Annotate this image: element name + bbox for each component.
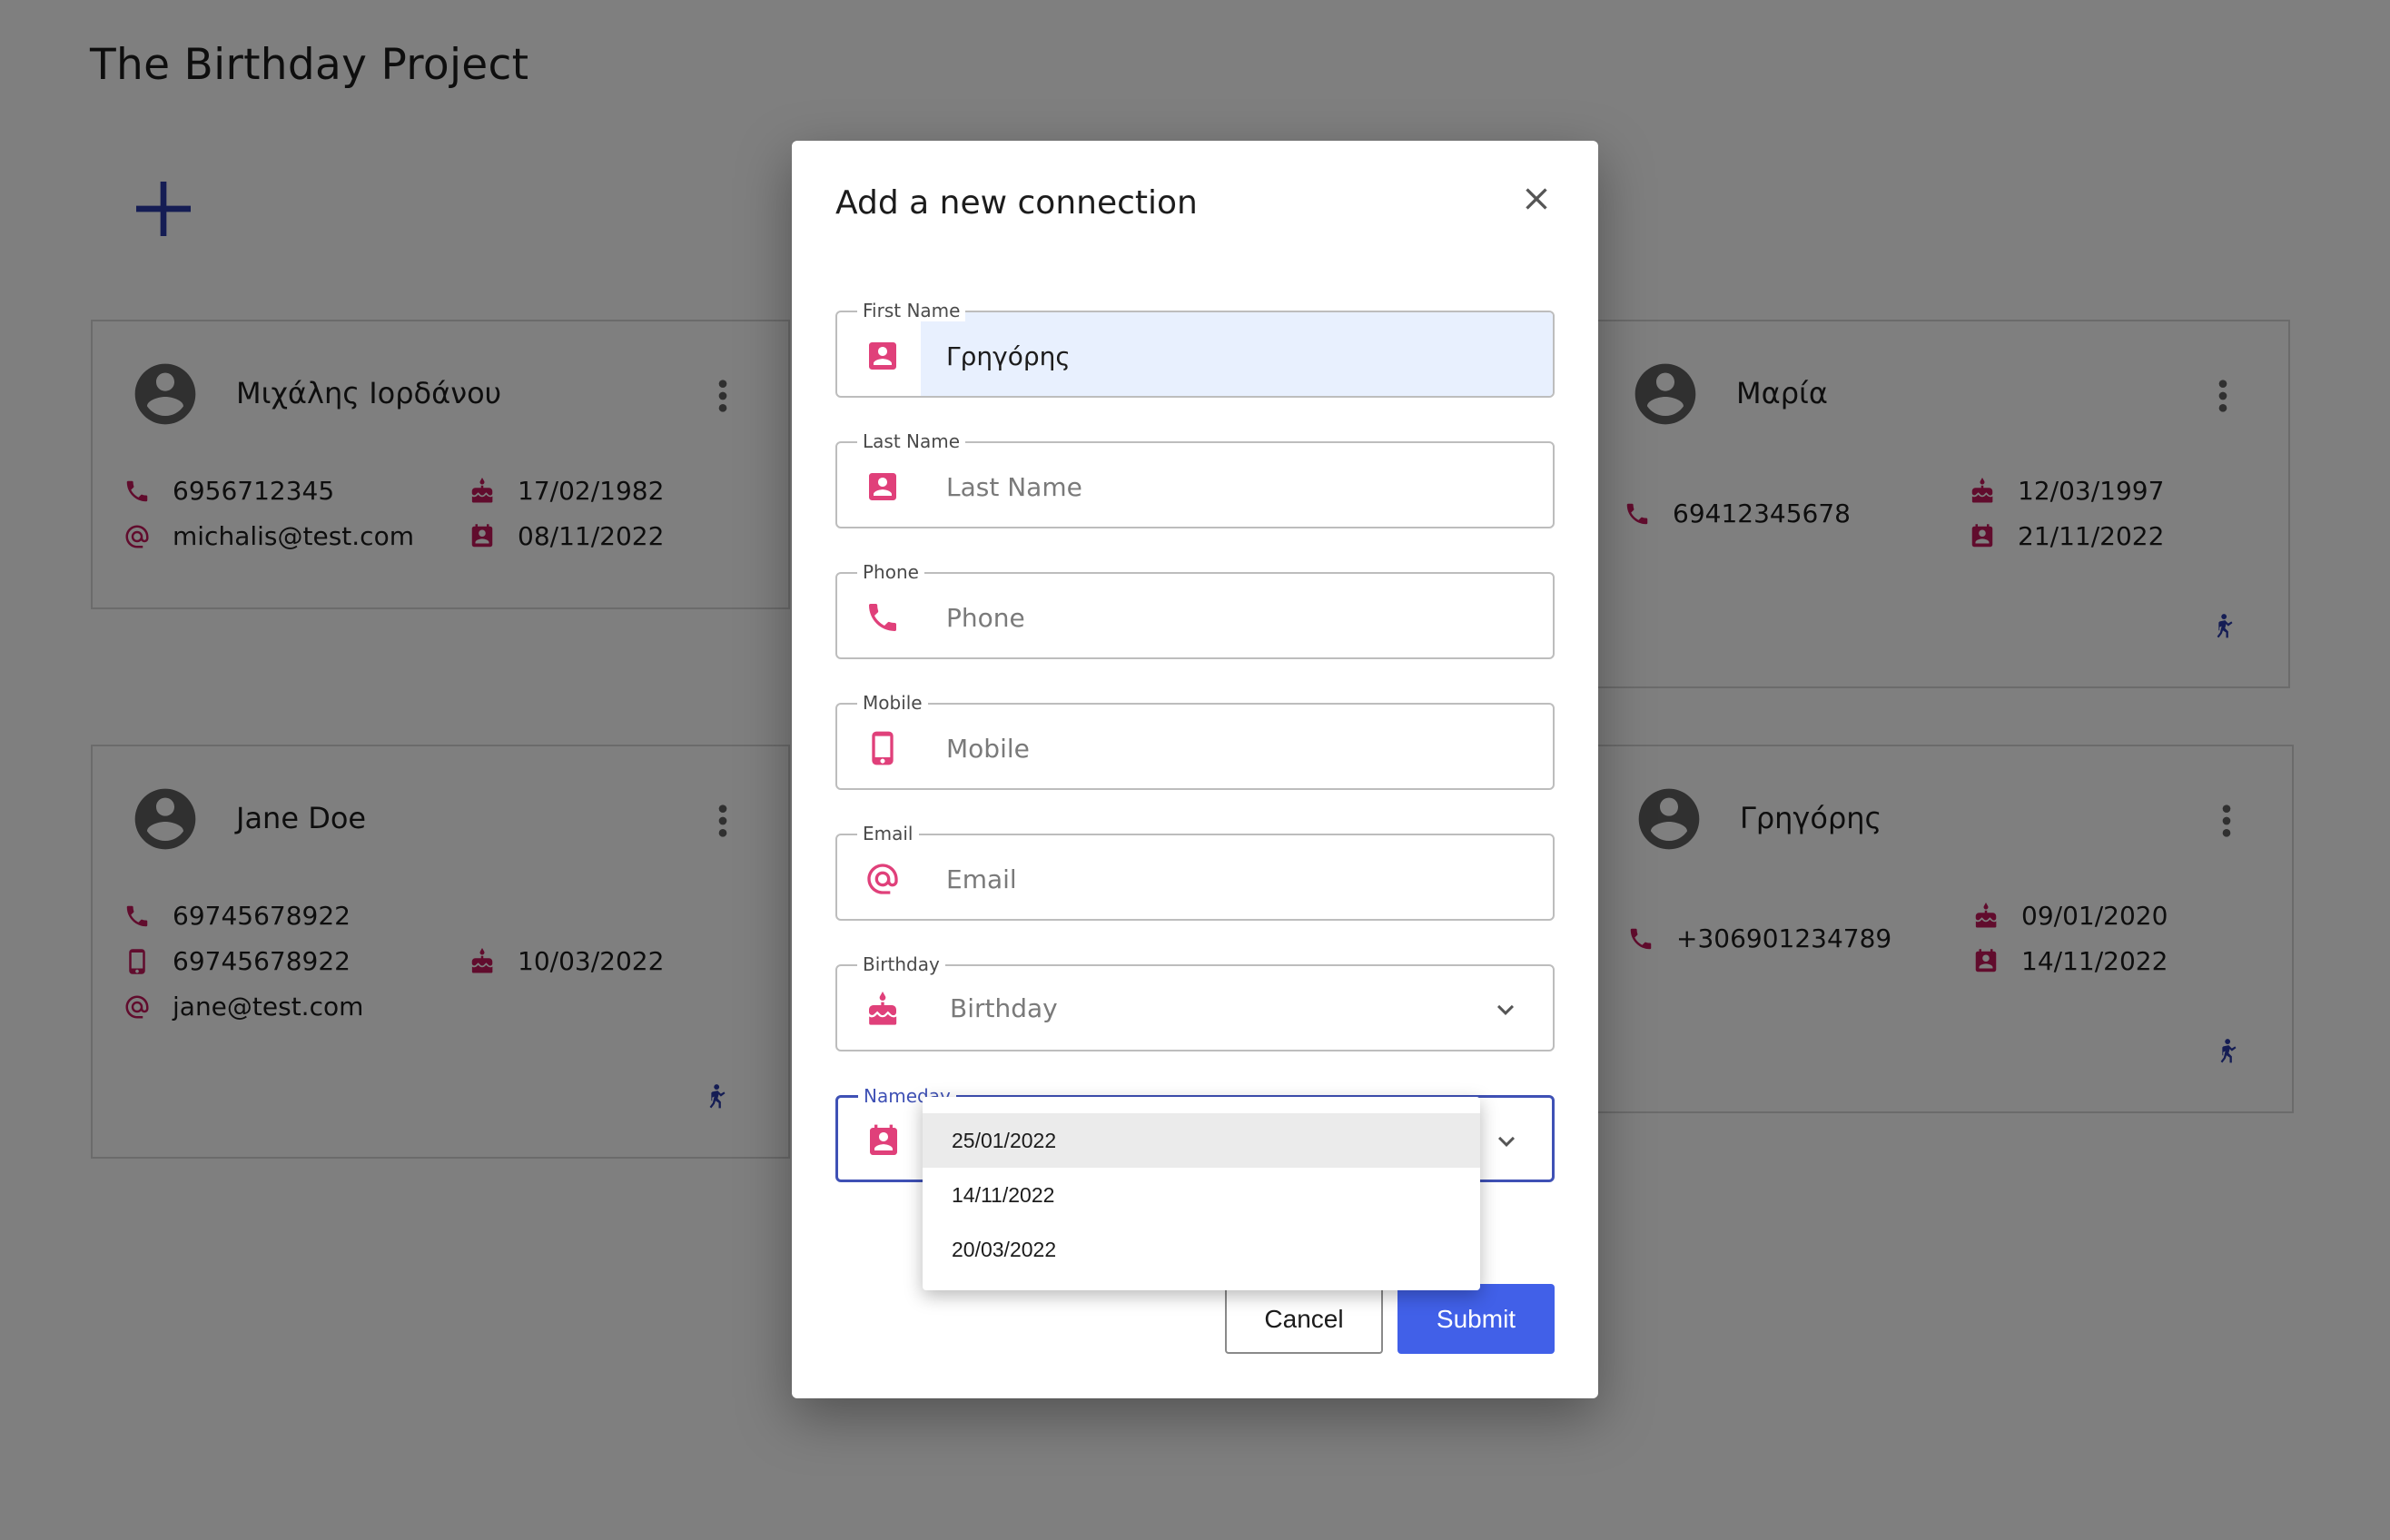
dialog-title: Add a new connection [835,184,1198,222]
first-name-field: First Name [835,300,1555,398]
nameday-option[interactable]: 14/11/2022 [923,1168,1480,1222]
nameday-option[interactable]: 25/01/2022 [923,1113,1480,1168]
at-icon [864,861,901,897]
last-name-field: Last Name [835,430,1555,528]
nameday-dropdown: 25/01/2022 14/11/2022 20/03/2022 [923,1097,1480,1290]
mobile-field: Mobile [835,692,1555,790]
phone-label: Phone [857,561,924,583]
email-field: Email [835,823,1555,921]
phone-icon [864,599,901,636]
contact-card-icon [864,338,901,374]
email-input[interactable] [946,857,1509,901]
first-name-input[interactable] [946,334,1509,378]
birthday-label: Birthday [857,953,945,975]
email-label: Email [857,823,919,844]
birthday-placeholder: Birthday [950,993,1058,1023]
submit-button[interactable]: Submit [1397,1284,1555,1354]
mobile-input[interactable] [946,726,1509,770]
last-name-label: Last Name [857,430,966,452]
birthday-select[interactable]: Birthday Birthday [835,953,1555,1051]
last-name-input[interactable] [946,465,1509,508]
calendar-contact-icon [865,1123,902,1160]
close-icon[interactable] [1518,181,1555,217]
first-name-label: First Name [857,300,966,321]
chevron-down-icon[interactable] [1490,1125,1523,1158]
nameday-option[interactable]: 20/03/2022 [923,1222,1480,1277]
chevron-down-icon[interactable] [1489,993,1522,1026]
mobile-label: Mobile [857,692,928,714]
phone-field: Phone [835,561,1555,659]
mobile-icon [864,730,901,766]
cake-icon [864,992,901,1028]
contact-card-icon [864,469,901,505]
cancel-button[interactable]: Cancel [1225,1284,1383,1354]
phone-input[interactable] [946,596,1509,639]
